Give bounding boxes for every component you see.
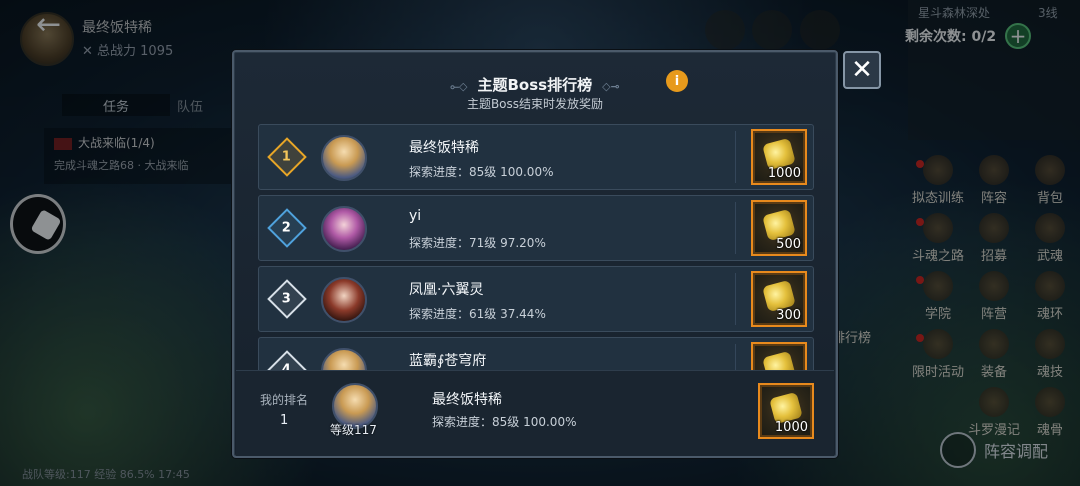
divider [735, 202, 736, 254]
avatar[interactable] [321, 135, 367, 181]
rank-3-badge-icon: 3 [267, 279, 307, 319]
divider [735, 131, 736, 183]
reward-item[interactable] [751, 342, 807, 370]
player-name: 蓝霸∮苍穹府 [409, 353, 487, 369]
dialog-title-bar: ⟜◇ 主题Boss排行榜 ◇⊸ [234, 74, 836, 95]
my-rank-number: 1 [280, 413, 289, 428]
info-icon[interactable]: i [666, 70, 688, 92]
divider [735, 273, 736, 325]
my-explore-progress: 探索进度：85级 100.00% [432, 415, 577, 429]
rank-2-badge-icon: 2 [267, 208, 307, 248]
gold-coin-icon [762, 350, 796, 370]
reward-item[interactable]: 500 [751, 200, 807, 256]
ranking-row[interactable]: 4 蓝霸∮苍穹府 [258, 337, 814, 370]
close-button[interactable]: ✕ [843, 51, 881, 89]
reward-quantity: 1000 [774, 420, 808, 435]
reward-quantity: 500 [776, 237, 801, 252]
title-decoration-left-icon: ⟜◇ [450, 80, 468, 93]
explore-progress: 探索进度：61级 37.44% [409, 307, 546, 321]
explore-progress: 探索进度：71级 97.20% [409, 236, 546, 250]
avatar[interactable] [321, 206, 367, 252]
avatar[interactable] [321, 348, 367, 370]
divider [735, 344, 736, 370]
explore-progress: 探索进度：85级 100.00% [409, 165, 554, 179]
dialog-title: 主题Boss排行榜 [477, 76, 593, 94]
reward-quantity: 1000 [767, 166, 801, 181]
rank-1-badge-icon: 1 [267, 137, 307, 177]
ranking-row[interactable]: 2 yi 探索进度：71级 97.20% 500 [258, 195, 814, 261]
my-level: 等级117 [330, 423, 377, 437]
my-reward-item[interactable]: 1000 [758, 383, 814, 439]
rank-4-badge-icon: 4 [267, 350, 307, 370]
close-icon: ✕ [851, 55, 873, 85]
title-decoration-right-icon: ◇⊸ [602, 80, 620, 93]
player-name: yi [409, 208, 422, 224]
ranking-list[interactable]: 1 最终饭特稀 探索进度：85级 100.00% 1000 2 yi 探索进度：… [258, 124, 814, 370]
avatar[interactable] [321, 277, 367, 323]
my-player-name: 最终饭特稀 [432, 392, 502, 408]
dialog-subtitle: 主题Boss结束时发放奖励 [466, 97, 604, 111]
my-rank-label: 我的排名 [260, 393, 309, 407]
reward-item[interactable]: 300 [751, 271, 807, 327]
reward-quantity: 300 [776, 308, 801, 323]
my-ranking-panel: 我的排名 1 等级117 最终饭特稀 探索进度：85级 100.00% 1000 [236, 370, 834, 456]
boss-ranking-dialog: ⟜◇ 主题Boss排行榜 ◇⊸ i 主题Boss结束时发放奖励 1 最终饭特稀 探索… [232, 50, 838, 458]
ranking-row[interactable]: 1 最终饭特稀 探索进度：85级 100.00% 1000 [258, 124, 814, 190]
player-name: 凤凰·六翼灵 [409, 282, 484, 298]
ranking-row[interactable]: 3 凤凰·六翼灵 探索进度：61级 37.44% 300 [258, 266, 814, 332]
reward-item[interactable]: 1000 [751, 129, 807, 185]
player-name: 最终饭特稀 [409, 140, 479, 156]
